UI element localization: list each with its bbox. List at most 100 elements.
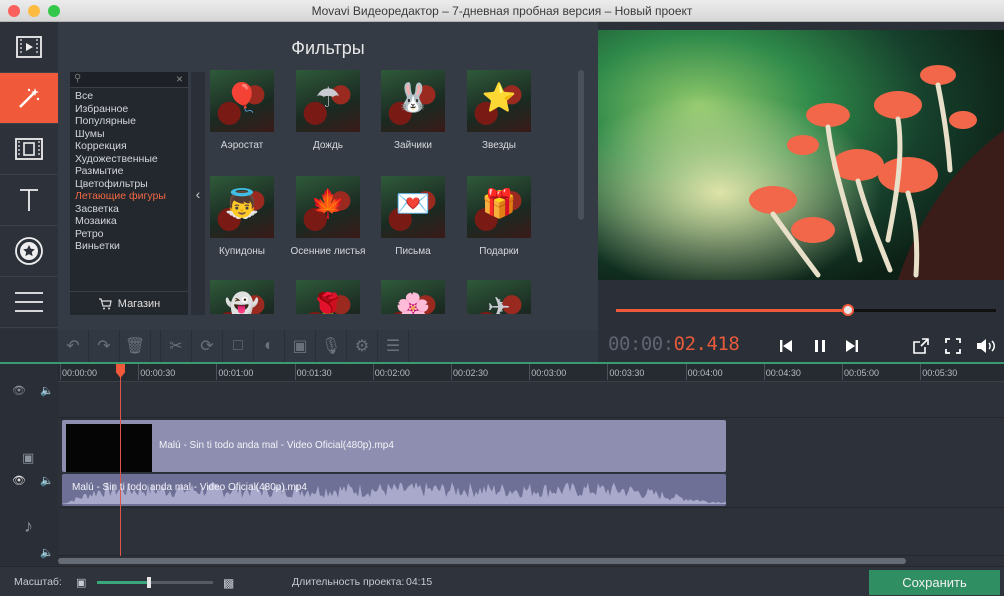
fullscreen-button[interactable] [941,334,965,358]
category-item[interactable]: Коррекция [75,140,166,153]
zoom-slider[interactable] [97,577,213,588]
filter-thumbnail[interactable]: ⭐ Звезды [457,70,541,152]
gear-icon: ⚙ [354,338,370,355]
transitions-tool[interactable] [0,124,58,175]
transitions-icon [15,138,43,160]
filter-thumbnail[interactable]: 🎈 Аэростат [200,70,284,152]
speaker-small-icon[interactable]: 🔈 [40,546,54,559]
delete-button[interactable]: 🗑 [120,330,151,362]
seek-bar[interactable] [616,304,996,316]
seek-handle[interactable] [841,304,854,316]
volume-button[interactable] [974,334,998,358]
filter-preview-image: ☂ [296,70,360,132]
filter-thumbnail[interactable]: 🎁 Подарки [457,176,541,258]
zoom-out-icon[interactable]: ▣ [76,576,86,589]
filter-emoji: ✈ [487,292,511,314]
redo-button[interactable]: ↷ [89,330,120,362]
clip-thumbnail [66,424,152,472]
category-item[interactable]: Виньетки [75,240,166,253]
import-media-tool[interactable] [0,22,58,73]
filter-thumbnail[interactable]: 💌 Письма [371,176,455,258]
ruler-tick-label: 00:00:00 [59,364,98,380]
filter-preview-image: 👻 [210,280,274,314]
save-button[interactable]: Сохранить [869,570,1000,595]
film-import-icon [16,36,42,58]
category-item[interactable]: Ретро [75,228,166,241]
pause-button[interactable] [808,334,832,358]
undo-button[interactable]: ↶ [58,330,89,362]
category-item[interactable]: Размытие [75,165,166,178]
category-item[interactable]: Засветка [75,203,166,216]
music-note-icon: ♪ [24,516,33,536]
overlay-track [58,383,1004,418]
settings-button[interactable]: ⚙ [347,330,378,362]
ruler-tick-label: 00:00:30 [138,364,176,380]
filter-thumbnail[interactable]: ✈ [457,280,541,314]
filter-thumbnail[interactable]: ☂ Дождь [286,70,370,152]
clear-search-icon[interactable]: × [176,72,183,86]
scale-label: Масштаб: [14,576,62,588]
filter-scrollbar[interactable] [578,70,584,220]
zoom-slider-handle[interactable] [147,577,152,588]
cut-button[interactable]: ✂ [161,330,192,362]
ruler-tick-label: 00:03:00 [529,364,567,380]
speaker-icon [977,339,995,353]
filter-emoji: ☂ [315,82,341,113]
crop-button[interactable]: □ [223,330,254,362]
eye-icon[interactable]: 👁 [12,384,26,397]
rotate-button[interactable]: ⟳ [192,330,223,362]
filters-tool[interactable] [0,73,58,124]
filter-thumbnail[interactable]: 👼 Купидоны [200,176,284,258]
category-item[interactable]: Популярные [75,115,166,128]
category-item[interactable]: Все [75,90,166,103]
equalizer-button[interactable]: ☰ [378,330,409,362]
zoom-window-button[interactable] [48,5,60,17]
zoom-in-icon[interactable]: ▩ [223,576,234,590]
category-item[interactable]: Шумы [75,128,166,141]
filter-thumbnail[interactable]: 🌹 [286,280,370,314]
eye-icon[interactable]: 👁 [12,474,26,487]
toolbar-divider [151,330,161,362]
store-button[interactable]: Магазин [70,291,188,315]
speaker-small-icon[interactable]: 🔈 [40,474,54,487]
stickers-tool[interactable] [0,226,58,277]
duration-value: 04:15 [406,576,433,588]
filter-emoji: 🍁 [310,188,346,219]
timeline-scrollbar[interactable] [58,558,906,564]
contrast-icon: ◐ [264,337,274,354]
cart-icon [98,297,112,309]
seek-area [598,280,1004,328]
video-clip[interactable]: Malú - Sin ti todo anda mal - Video Ofic… [62,420,726,472]
filter-grid: 🎈 Аэростат ☂ Дождь 🐰 Зайчики ⭐ Звезды 👼 Купидоны 🍁… [200,70,580,314]
filter-label: Письма [395,246,431,257]
image-button[interactable]: ▣ [285,330,316,362]
filter-search-input[interactable]: ⚲ × [70,72,188,88]
undo-icon: ↶ [66,338,80,355]
audio-clip[interactable]: Malú - Sin ti todo anda mal - Video Ofic… [62,474,726,506]
record-audio-button[interactable]: 🎙 [316,330,347,362]
minimize-window-button[interactable] [28,5,40,17]
category-item[interactable]: Летающие фигуры [75,190,166,203]
redo-icon: ↷ [97,338,111,355]
skip-back-icon [780,340,792,352]
category-item[interactable]: Избранное [75,103,166,116]
titles-tool[interactable] [0,175,58,226]
category-item[interactable]: Художественные [75,153,166,166]
filter-thumbnail[interactable]: 👻 [200,280,284,314]
filter-preview-image: 🎁 [467,176,531,238]
filter-thumbnail[interactable]: 🐰 Зайчики [371,70,455,152]
category-item[interactable]: Мозаика [75,215,166,228]
export-frame-button[interactable] [909,334,933,358]
filter-thumbnail[interactable]: 🍁 Осенние листья [286,176,370,258]
skip-forward-icon [846,340,858,352]
skip-forward-button[interactable] [840,334,864,358]
category-item[interactable]: Цветофильтры [75,178,166,191]
more-tools[interactable] [0,277,58,328]
color-adjust-button[interactable]: ◐ [254,330,285,362]
filter-thumbnail[interactable]: 🌸 [371,280,455,314]
speaker-small-icon[interactable]: 🔈 [40,384,54,397]
close-window-button[interactable] [8,5,20,17]
time-ruler[interactable]: 00:00:00 00:00:30 00:01:00 00:01:30 00:02:00… [58,364,1004,382]
skip-back-button[interactable] [774,334,798,358]
tool-sidebar [0,22,58,330]
